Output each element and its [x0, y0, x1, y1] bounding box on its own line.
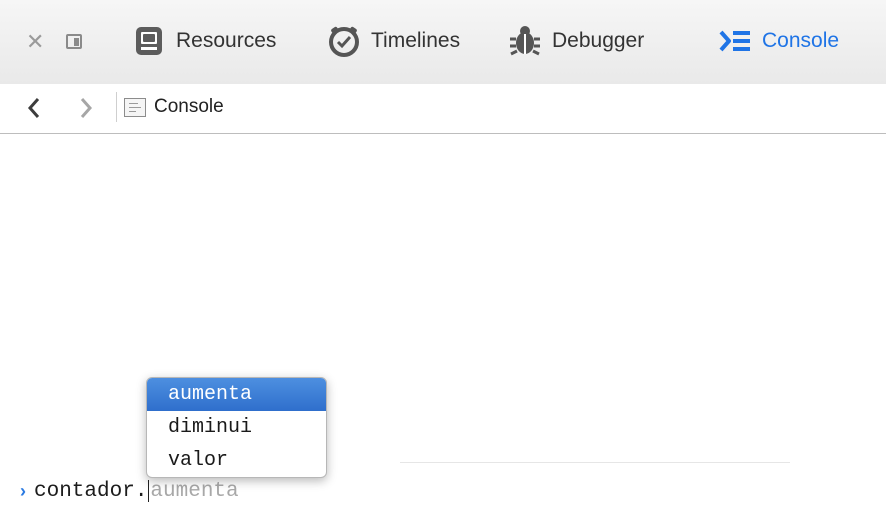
resources-icon [132, 24, 166, 58]
completion-popup: aumenta diminui valor [146, 377, 327, 478]
completion-item-aumenta[interactable]: aumenta [147, 378, 326, 411]
dock-toggle-icon[interactable] [66, 34, 82, 49]
divider [400, 462, 790, 463]
tab-bar: ✕ Resources Timelines Debugger Console [0, 0, 886, 85]
tab-debugger-label: Debugger [552, 29, 645, 52]
prompt-input[interactable]: contador. [34, 480, 147, 503]
tab-resources-label: Resources [176, 29, 277, 52]
breadcrumb-label: Console [154, 96, 224, 117]
console-log-area[interactable] [0, 134, 886, 514]
nav-divider [116, 92, 117, 122]
ghost-completion: aumenta [150, 479, 239, 503]
close-icon[interactable]: ✕ [26, 31, 44, 53]
console-log-icon [124, 97, 146, 117]
tab-console-label: Console [762, 29, 840, 52]
navigation-bar: Console [0, 84, 886, 134]
tab-debugger[interactable]: Debugger [508, 24, 644, 58]
completion-item-diminui[interactable]: diminui [147, 411, 326, 444]
tab-console[interactable]: Console [718, 24, 839, 58]
chevron-left-icon[interactable] [26, 96, 42, 122]
tab-timelines[interactable]: Timelines [327, 24, 460, 58]
tab-resources[interactable]: Resources [132, 24, 276, 58]
timelines-icon [327, 24, 361, 58]
chevron-right-icon[interactable] [78, 96, 94, 122]
debugger-icon [508, 24, 542, 58]
completion-item-valor[interactable]: valor [147, 444, 326, 477]
prompt-chevron-icon: › [20, 480, 26, 501]
console-icon [718, 24, 752, 58]
console-prompt[interactable]: › contador. aumenta [20, 477, 239, 505]
text-caret [148, 480, 150, 502]
breadcrumb[interactable]: Console [124, 96, 224, 118]
tab-timelines-label: Timelines [371, 29, 461, 52]
